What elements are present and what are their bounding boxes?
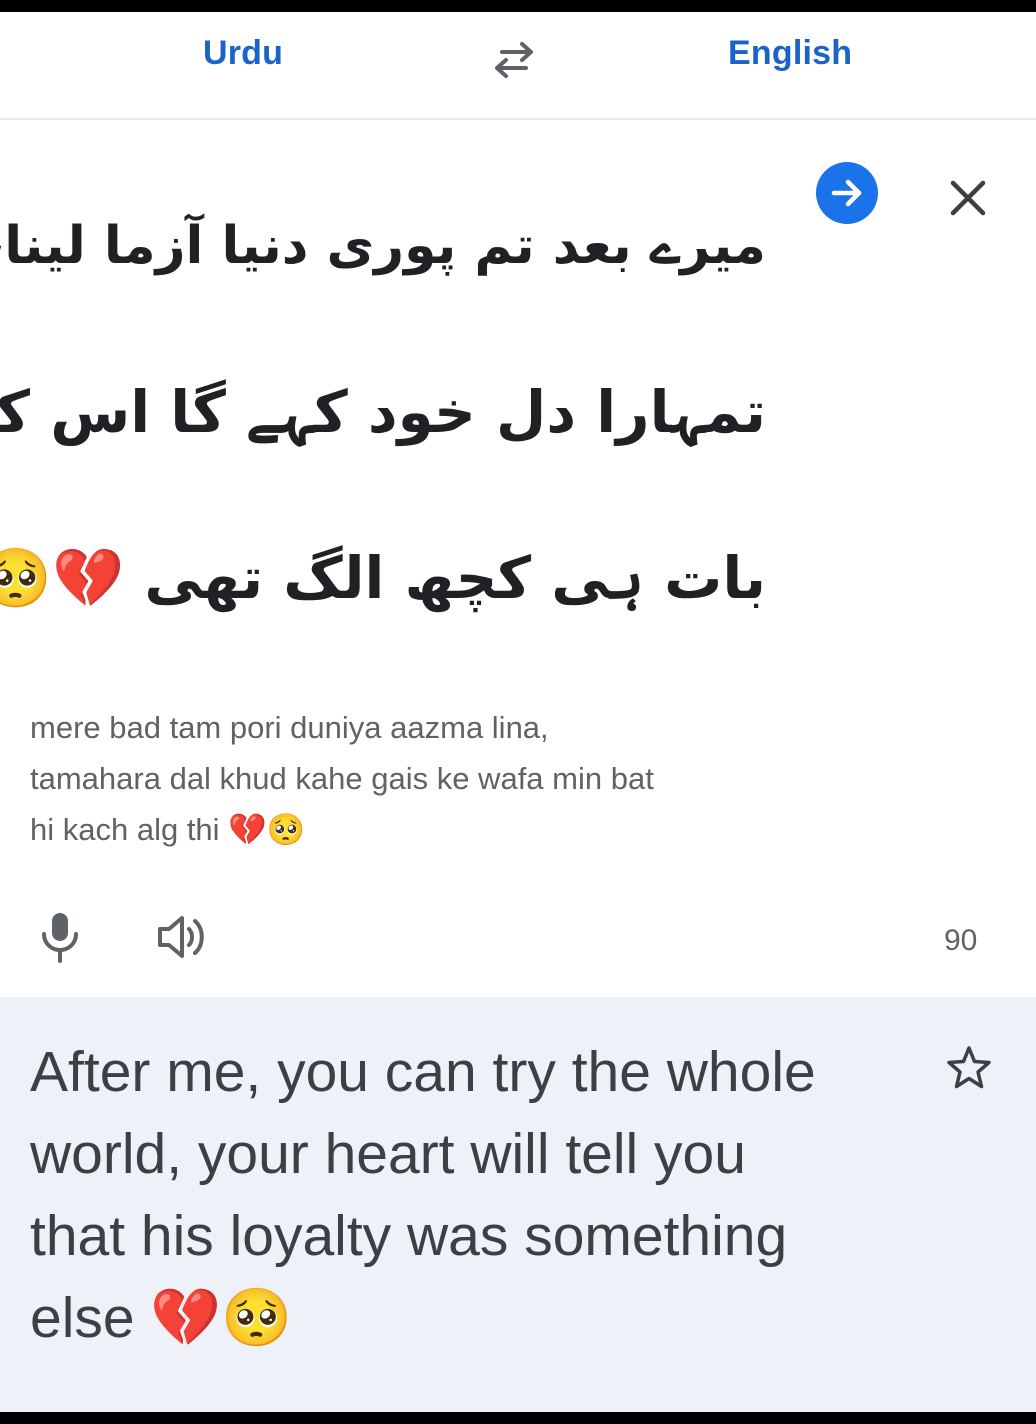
microphone-icon — [42, 913, 78, 963]
transliteration-line: mere bad tam pori duniya aazma lina, — [30, 710, 549, 745]
source-text-line: میرے بعد تم پوری دنیا آزما لینا، — [0, 216, 766, 276]
voice-input-button[interactable] — [38, 910, 82, 964]
star-outline-icon — [947, 1046, 991, 1089]
transliteration-line: hi kach alg thi 💔🥺 — [30, 812, 306, 847]
close-icon — [950, 180, 986, 216]
save-translation-button[interactable] — [944, 1043, 994, 1093]
translation-line: that his loyalty was something — [30, 1204, 788, 1268]
translation-line: else 💔🥺 — [30, 1286, 293, 1350]
translation-line: world, your heart will tell you — [30, 1122, 746, 1186]
transliteration-line: tamahara dal khud kahe gais ke wafa min … — [30, 761, 654, 796]
source-text-line: بات ہی کچھ الگ تھی 💔🥺 — [0, 544, 766, 612]
translation-panel: After me, you can try the whole world, y… — [0, 997, 1036, 1412]
arrow-forward-icon — [831, 179, 862, 207]
language-bar: Urdu English — [0, 12, 1036, 120]
character-count: 90 — [944, 924, 978, 957]
swap-arrows-icon — [495, 42, 533, 78]
translation-text: After me, you can try the whole world, y… — [30, 1031, 910, 1359]
input-panel[interactable]: میرے بعد تم پوری دنیا آزما لینا، تمہارا … — [0, 120, 1036, 997]
listen-button[interactable] — [155, 912, 211, 962]
source-language-button[interactable]: Urdu — [203, 34, 283, 73]
source-text-line: تمہارا دل خود کہے گا اس کے وفا میں — [0, 378, 766, 446]
swap-languages-button[interactable] — [486, 38, 542, 82]
translate-button[interactable] — [816, 162, 878, 224]
transliteration: mere bad tam pori duniya aazma lina, tam… — [30, 702, 810, 855]
target-language-button[interactable]: English — [728, 34, 852, 73]
speaker-icon — [158, 916, 204, 958]
translate-screen: Urdu English میرے بعد تم پوری دنیا آزما … — [0, 12, 1036, 1412]
clear-input-button[interactable] — [944, 174, 992, 222]
translation-line: After me, you can try the whole — [30, 1040, 816, 1104]
